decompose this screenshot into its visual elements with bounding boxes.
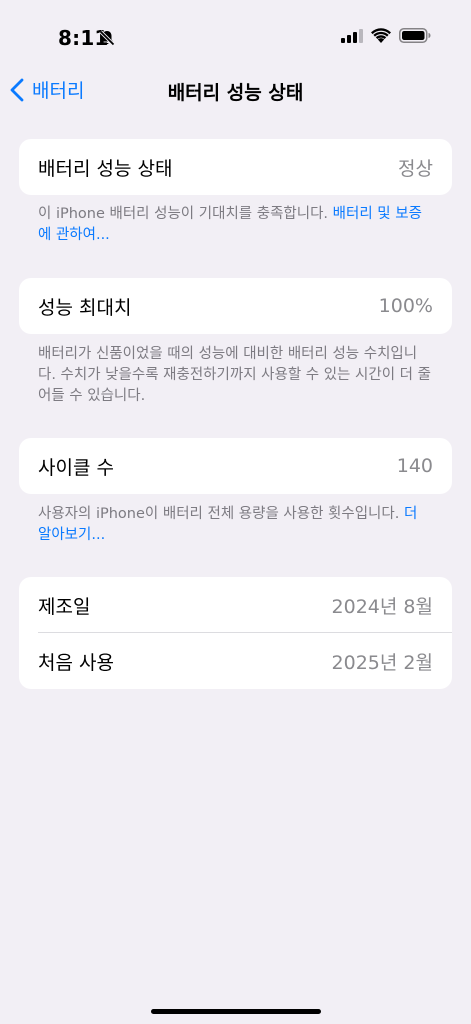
battery-health-row: 배터리 성능 상태 정상 — [19, 139, 452, 195]
navigation-bar: 배터리 배터리 성능 상태 — [0, 70, 471, 114]
cycle-count-footnote-text: 사용자의 iPhone이 배터리 전체 용량을 사용한 횟수입니다. — [38, 506, 404, 522]
battery-health-footnote-text: 이 iPhone 배터리 성능이 기대치를 충족합니다. — [38, 206, 333, 222]
cellular-signal-icon — [341, 28, 363, 43]
manufacture-date-value: 2024년 8월 — [331, 595, 433, 618]
max-capacity-label: 성능 최대치 — [38, 296, 132, 319]
battery-health-card: 배터리 성능 상태 정상 — [19, 139, 452, 195]
battery-health-footnote: 이 iPhone 배터리 성능이 기대치를 충족합니다. 배터리 및 보증에 관… — [38, 204, 433, 246]
battery-health-value: 정상 — [398, 157, 433, 180]
silent-bell-icon — [99, 30, 115, 46]
dates-card: 제조일 2024년 8월 처음 사용 2025년 2월 — [19, 577, 452, 689]
first-use-label: 처음 사용 — [38, 651, 114, 674]
status-bar: 8:11 — [0, 0, 471, 76]
page-title: 배터리 성능 상태 — [167, 82, 304, 104]
wifi-icon — [371, 28, 391, 43]
manufacture-date-row: 제조일 2024년 8월 — [19, 577, 452, 633]
cycle-count-footnote: 사용자의 iPhone이 배터리 전체 용량을 사용한 횟수입니다. 더 알아보… — [38, 504, 433, 546]
first-use-row: 처음 사용 2025년 2월 — [19, 633, 452, 689]
max-capacity-card: 성능 최대치 100% — [19, 278, 452, 334]
max-capacity-row: 성능 최대치 100% — [19, 278, 452, 334]
cycle-count-label: 사이클 수 — [38, 456, 114, 479]
battery-health-label: 배터리 성능 상태 — [38, 157, 173, 180]
max-capacity-footnote: 배터리가 신품이었을 때의 성능에 대비한 배터리 성능 수치입니다. 수치가 … — [38, 346, 431, 404]
status-icons — [341, 28, 431, 43]
battery-icon — [399, 28, 431, 43]
home-indicator[interactable] — [151, 1009, 321, 1014]
cycle-count-value: 140 — [396, 455, 433, 477]
cycle-count-card: 사이클 수 140 — [19, 438, 452, 494]
first-use-value: 2025년 2월 — [331, 651, 433, 674]
manufacture-date-label: 제조일 — [38, 595, 91, 618]
max-capacity-value: 100% — [378, 295, 433, 317]
cycle-count-row: 사이클 수 140 — [19, 438, 452, 494]
